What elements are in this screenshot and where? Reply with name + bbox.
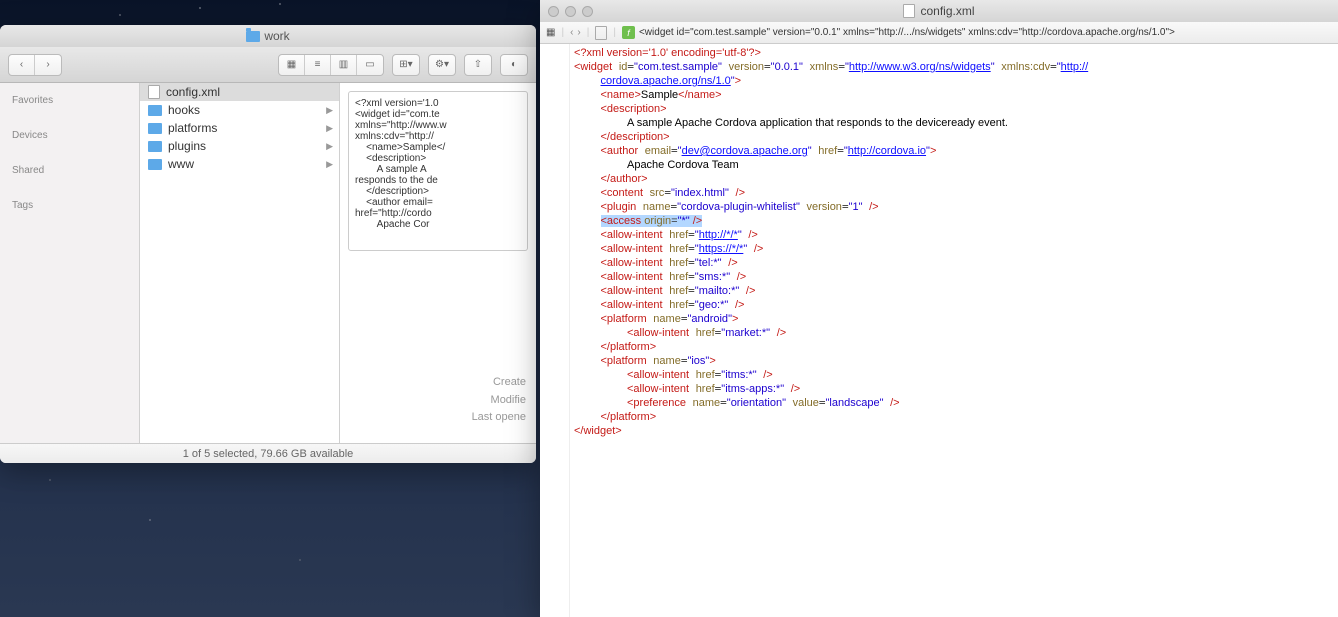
folder-icon [246, 31, 260, 42]
sidebar-heading-favorites[interactable]: Favorites [0, 91, 139, 110]
minimize-button[interactable] [565, 6, 576, 17]
jump-bar-path[interactable]: <widget id="com.test.sample" version="0.… [639, 27, 1175, 38]
finder-sidebar: Favorites Devices Shared Tags [0, 83, 140, 443]
nav-next-button[interactable]: › [577, 27, 580, 38]
editor-titlebar[interactable]: config.xml [540, 0, 1338, 22]
preview-content: <?xml version='1.0 <widget id="com.te xm… [348, 91, 528, 251]
function-icon[interactable]: f [622, 26, 635, 39]
file-row-platforms[interactable]: platforms ▶ [140, 119, 339, 137]
file-row-config[interactable]: config.xml [140, 83, 339, 101]
icon-view-button[interactable]: ▦ [279, 55, 305, 75]
meta-modified: Modifie [472, 392, 526, 410]
editor-body[interactable]: <?xml version='1.0' encoding='utf-8'?> <… [540, 44, 1338, 617]
column-view-button[interactable]: ▥ [331, 55, 357, 75]
finder-statusbar: 1 of 5 selected, 79.66 GB available [0, 443, 536, 463]
view-buttons: ▦ ≡ ▥ ▭ [278, 54, 384, 76]
gutter [540, 44, 570, 617]
file-row-www[interactable]: www ▶ [140, 155, 339, 173]
zoom-button[interactable] [582, 6, 593, 17]
editor-title: config.xml [920, 4, 974, 18]
file-row-plugins[interactable]: plugins ▶ [140, 137, 339, 155]
meta-opened: Last opene [472, 409, 526, 427]
related-items-icon[interactable]: ▦ [546, 27, 555, 38]
file-name: www [168, 157, 194, 171]
meta-created: Create [472, 374, 526, 392]
back-button[interactable]: ‹ [9, 55, 35, 75]
file-name: config.xml [166, 85, 220, 99]
finder-title: work [264, 29, 289, 43]
file-icon [148, 85, 160, 99]
nav-prev-button[interactable]: ‹ [570, 27, 573, 38]
file-name: plugins [168, 139, 206, 153]
document-icon[interactable] [595, 26, 607, 40]
code-editor[interactable]: <?xml version='1.0' encoding='utf-8'?> <… [570, 44, 1092, 617]
sidebar-heading-devices[interactable]: Devices [0, 126, 139, 145]
share-button[interactable]: ⇧ [465, 55, 491, 75]
file-name: hooks [168, 103, 200, 117]
finder-titlebar[interactable]: work [0, 25, 536, 47]
file-icon [903, 4, 915, 18]
chevron-right-icon: ▶ [326, 105, 333, 116]
tags-toolbar-group: ◐ [500, 54, 528, 76]
nav-buttons: ‹ › [8, 54, 62, 76]
list-view-button[interactable]: ≡ [305, 55, 331, 75]
file-name: platforms [168, 121, 217, 135]
editor-toolbar: ▦ | ‹ › | | f <widget id="com.test.sampl… [540, 22, 1338, 44]
chevron-right-icon: ▶ [326, 141, 333, 152]
action-button[interactable]: ⚙▾ [429, 55, 455, 75]
sidebar-heading-shared[interactable]: Shared [0, 161, 139, 180]
arrange-button[interactable]: ⊞▾ [393, 55, 419, 75]
folder-icon [148, 141, 162, 152]
file-column: config.xml hooks ▶ platforms ▶ plugins ▶ ww… [140, 83, 340, 443]
chevron-right-icon: ▶ [326, 123, 333, 134]
folder-icon [148, 123, 162, 134]
file-row-hooks[interactable]: hooks ▶ [140, 101, 339, 119]
tags-button[interactable]: ◐ [501, 55, 527, 75]
traffic-lights [548, 6, 593, 17]
action-group: ⚙▾ [428, 54, 456, 76]
finder-window: work ‹ › ▦ ≡ ▥ ▭ ⊞▾ ⚙▾ ⇧ ◐ Favorites De [0, 25, 536, 463]
preview-column: <?xml version='1.0 <widget id="com.te xm… [340, 83, 536, 443]
chevron-right-icon: ▶ [326, 159, 333, 170]
folder-icon [148, 159, 162, 170]
finder-toolbar: ‹ › ▦ ≡ ▥ ▭ ⊞▾ ⚙▾ ⇧ ◐ [0, 47, 536, 83]
preview-metadata: Create Modifie Last opene [472, 374, 526, 427]
editor-window: config.xml ▦ | ‹ › | | f <widget id="com… [540, 0, 1338, 617]
coverflow-view-button[interactable]: ▭ [357, 55, 383, 75]
forward-button[interactable]: › [35, 55, 61, 75]
sidebar-heading-tags[interactable]: Tags [0, 196, 139, 215]
arrange-group: ⊞▾ [392, 54, 420, 76]
share-group: ⇧ [464, 54, 492, 76]
folder-icon [148, 105, 162, 116]
close-button[interactable] [548, 6, 559, 17]
finder-body: Favorites Devices Shared Tags config.xml… [0, 83, 536, 443]
